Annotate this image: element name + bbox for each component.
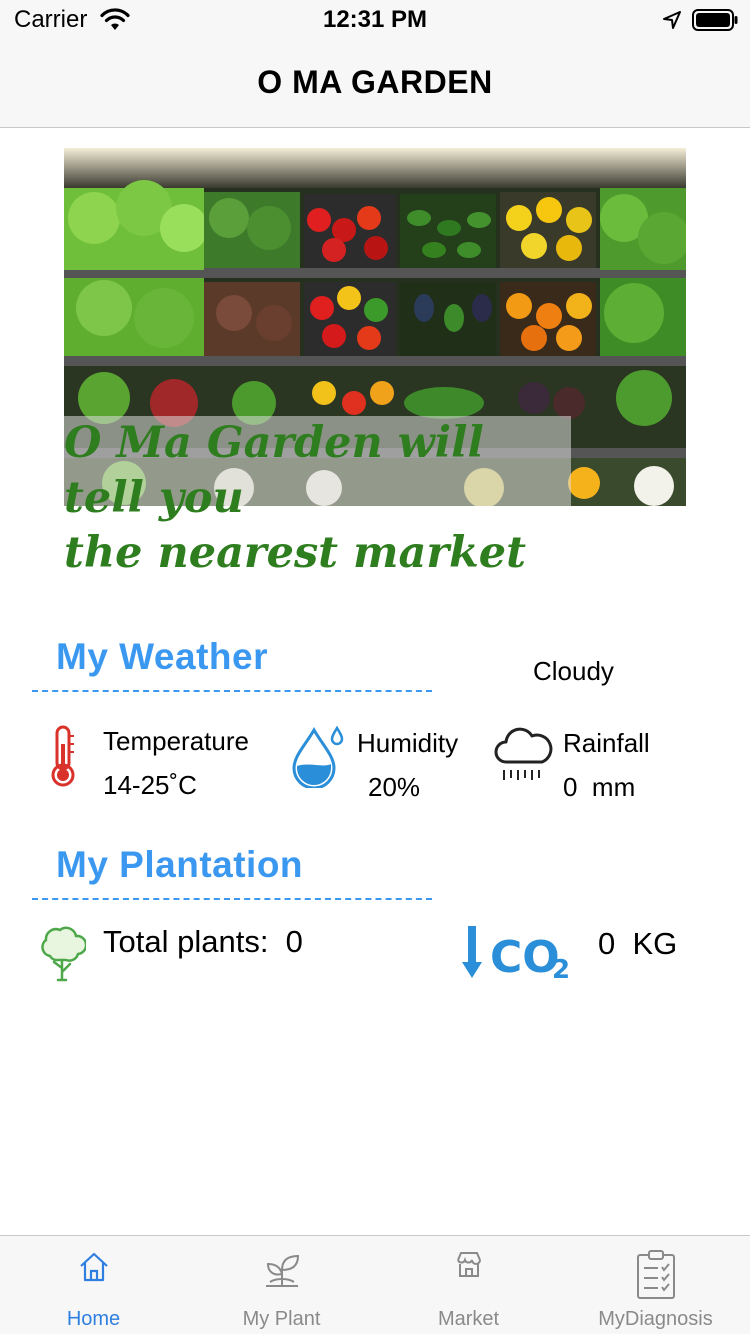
tab-label: Market: [437, 1308, 500, 1330]
thermometer-icon: [51, 725, 75, 787]
tab-home[interactable]: Home: [0, 1236, 187, 1334]
weather-condition: Cloudy: [533, 656, 614, 686]
banner-caption-line: the nearest market: [64, 528, 527, 578]
co2-icon-subscript: 2: [552, 955, 570, 982]
weather-heading: My Weather: [56, 636, 268, 677]
rain-cloud-icon: [494, 727, 553, 780]
co2-reduction-icon: CO 2: [462, 926, 570, 982]
temperature-label: Temperature: [103, 726, 249, 756]
plantation-heading: My Plantation: [56, 844, 304, 885]
weather-divider: [32, 690, 432, 692]
tab-my-plant[interactable]: My Plant: [188, 1236, 375, 1334]
banner-caption-line: tell you: [64, 473, 244, 523]
seedling-icon: [265, 1254, 299, 1287]
battery-icon: [692, 9, 738, 31]
tab-market[interactable]: Market: [375, 1236, 562, 1334]
total-plants-label: Total plants: 0: [103, 924, 303, 959]
tab-label: Home: [66, 1308, 121, 1330]
store-icon: [456, 1252, 481, 1277]
page-title: O MA GARDEN: [257, 64, 493, 100]
banner-caption-line: O Ma Garden will: [64, 418, 484, 468]
water-drop-icon: [292, 725, 344, 788]
co2-icon-text: CO: [490, 932, 560, 982]
status-time: 12:31 PM: [322, 6, 428, 33]
plantation-divider: [32, 898, 432, 900]
co2-value: 0 KG: [598, 926, 678, 961]
rainfall-value: 0 mm: [563, 772, 636, 802]
status-bar: Carrier 12:31 PM: [0, 0, 750, 40]
tab-bar: Home My Plant Market MyDiagnosis: [0, 1235, 750, 1334]
navigation-bar: O MA GARDEN: [0, 40, 750, 128]
humidity-value: 20%: [368, 772, 421, 802]
location-arrow-icon: [663, 11, 681, 29]
clipboard-icon: [636, 1250, 675, 1299]
tab-mydiagnosis[interactable]: MyDiagnosis: [562, 1236, 749, 1334]
home-icon: [79, 1252, 108, 1282]
tab-label: MyDiagnosis: [598, 1308, 713, 1330]
rainfall-label: Rainfall: [563, 728, 650, 758]
humidity-label: Humidity: [357, 728, 459, 758]
tab-label: My Plant: [242, 1308, 321, 1330]
banner-caption: O Ma Garden will tell you the nearest ma…: [64, 416, 604, 581]
temperature-value: 14-25˚C: [103, 770, 197, 800]
tree-icon: [41, 926, 86, 982]
